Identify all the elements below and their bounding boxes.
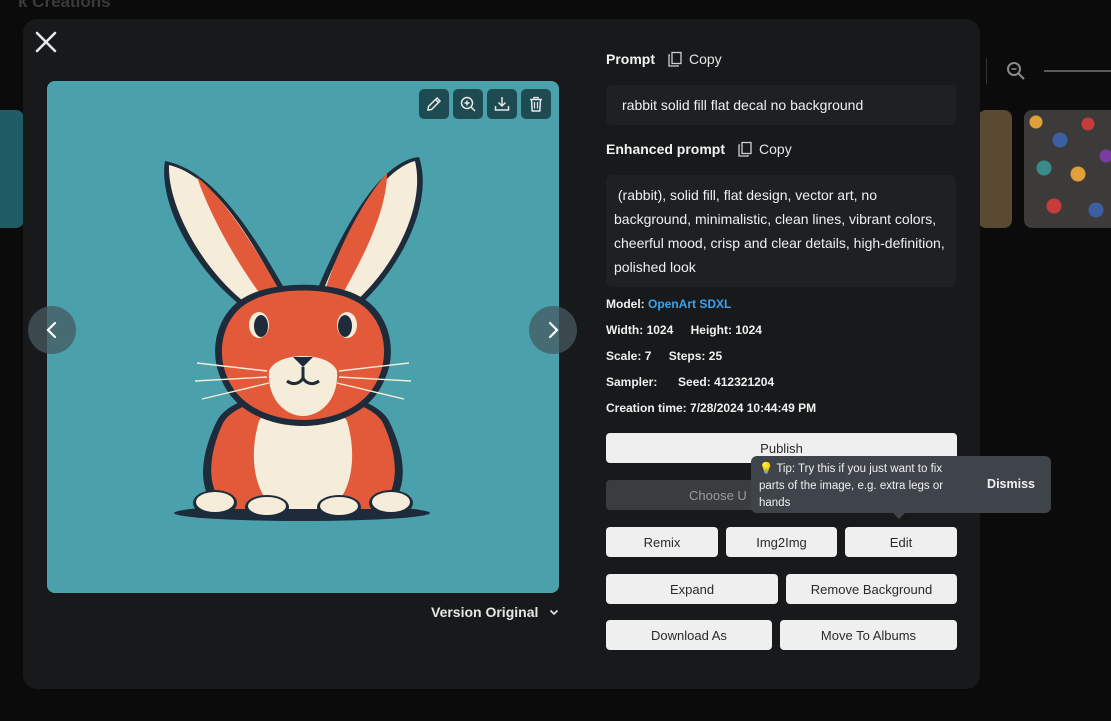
model-label: Model:: [606, 297, 645, 311]
dismiss-tip-button[interactable]: Dismiss: [987, 476, 1035, 493]
prompt-label: Prompt: [606, 51, 655, 67]
background-thumbnail[interactable]: [978, 110, 1012, 228]
seed-label: Seed:: [678, 375, 711, 389]
copy-label: Copy: [689, 51, 722, 67]
enhanced-prompt-label: Enhanced prompt: [606, 141, 726, 157]
prompt-text: rabbit solid fill flat decal no backgrou…: [606, 85, 956, 125]
width-value: 1024: [646, 323, 674, 337]
image-toolbar: [419, 89, 551, 119]
pencil-icon[interactable]: [419, 89, 449, 119]
seed-value: 412321204: [714, 375, 775, 389]
height-value: 1024: [735, 323, 762, 337]
search-icon[interactable]: [1005, 60, 1027, 82]
background-divider: [986, 58, 987, 84]
copy-label: Copy: [759, 141, 792, 157]
steps-label: Steps:: [668, 349, 706, 363]
copy-enhanced-prompt-button[interactable]: Copy: [737, 141, 792, 157]
expand-button[interactable]: Expand: [606, 574, 778, 604]
copy-prompt-button[interactable]: Copy: [667, 51, 722, 67]
enhanced-prompt-text: (rabbit), solid fill, flat design, vecto…: [606, 175, 956, 287]
zoom-slider[interactable]: [1044, 70, 1111, 72]
close-icon[interactable]: [33, 29, 59, 55]
img2img-button[interactable]: Img2Img: [726, 527, 837, 557]
width-label: Width:: [606, 323, 644, 337]
creation-time-label: Creation time:: [606, 401, 687, 415]
enhanced-prompt-header: Enhanced prompt Copy: [606, 141, 792, 157]
background-page-title: k Creations: [18, 0, 111, 11]
image-detail-modal: Version Original Prompt Copy rabbit soli…: [23, 19, 1051, 689]
height-label: Height:: [690, 323, 732, 337]
version-selector[interactable]: Version Original: [431, 604, 560, 620]
sampler-seed-info: Sampler: Seed: 412321204: [606, 375, 774, 389]
scale-value: 7: [644, 349, 652, 363]
remix-button[interactable]: Remix: [606, 527, 718, 557]
remove-background-button[interactable]: Remove Background: [786, 574, 957, 604]
edit-tip-tooltip: 💡 Tip: Try this if you just want to fix …: [751, 456, 1051, 519]
model-link[interactable]: OpenArt SDXL: [648, 297, 731, 311]
next-image-button[interactable]: [529, 306, 577, 354]
creation-time-info: Creation time: 7/28/2024 10:44:49 PM: [606, 401, 816, 415]
edit-button[interactable]: Edit: [845, 527, 957, 557]
zoom-in-icon[interactable]: [453, 89, 483, 119]
scale-label: Scale:: [606, 349, 642, 363]
background-thumbnail[interactable]: [1024, 110, 1111, 228]
rabbit-illustration: [47, 81, 559, 593]
tooltip-arrow: [893, 513, 905, 519]
steps-value: 25: [708, 349, 723, 363]
download-icon[interactable]: [487, 89, 517, 119]
dimensions-info: Width: 1024 Height: 1024: [606, 323, 762, 337]
model-info: Model: OpenArt SDXL: [606, 297, 731, 311]
chevron-left-icon: [46, 321, 57, 339]
tip-text: Tip: Try this if you just want to fix pa…: [759, 463, 944, 509]
scale-steps-info: Scale: 7 Steps: 25: [606, 349, 722, 363]
prompt-header: Prompt Copy: [606, 51, 722, 67]
chevron-right-icon: [548, 321, 559, 339]
lightbulb-icon: 💡: [759, 463, 774, 475]
background-thumbnail[interactable]: [0, 110, 24, 228]
creation-time-value: 7/28/2024 10:44:49 PM: [690, 401, 817, 415]
chevron-down-icon: [550, 609, 559, 616]
version-label: Version Original: [431, 604, 539, 620]
download-as-button[interactable]: Download As: [606, 620, 772, 650]
previous-image-button[interactable]: [28, 306, 76, 354]
copy-icon: [738, 141, 752, 157]
move-to-albums-button[interactable]: Move To Albums: [780, 620, 957, 650]
trash-icon[interactable]: [521, 89, 551, 119]
copy-icon: [668, 51, 682, 67]
tip-text-container: 💡 Tip: Try this if you just want to fix …: [759, 461, 969, 512]
generated-image[interactable]: [47, 81, 559, 593]
sampler-label: Sampler:: [606, 375, 658, 389]
